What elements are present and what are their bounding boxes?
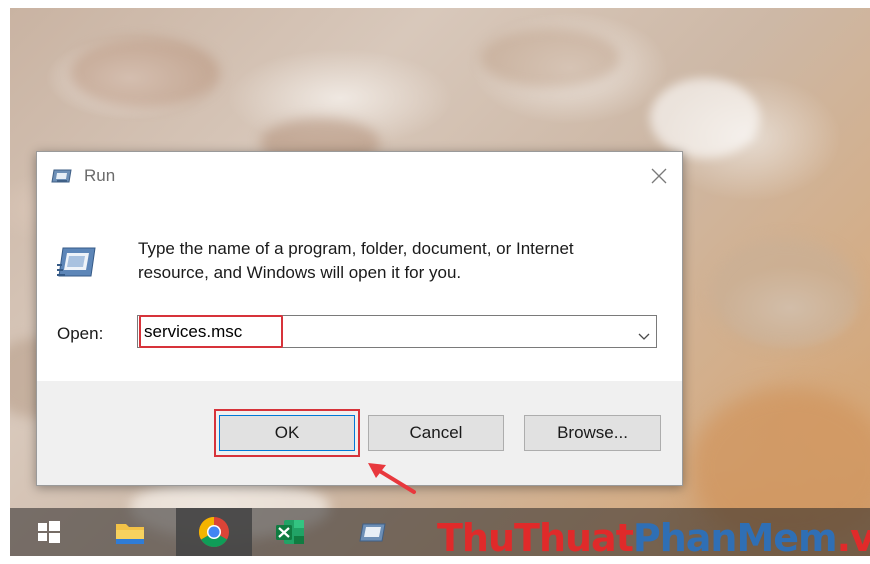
run-dialog: Run Type the name of a program, folder, …: [36, 151, 683, 486]
start-button[interactable]: [24, 508, 72, 556]
description-line-2: resource, and Windows will open it for y…: [138, 263, 462, 282]
cancel-button[interactable]: Cancel: [368, 415, 504, 451]
chrome-icon: [198, 517, 229, 548]
run-large-icon: [57, 244, 97, 280]
windows-start-icon: [38, 521, 60, 543]
file-explorer-icon: [116, 524, 144, 544]
open-combobox[interactable]: [137, 315, 657, 348]
dialog-description: Type the name of a program, folder, docu…: [138, 237, 668, 285]
title-bar: Run: [37, 152, 682, 200]
chrome-taskbar-button[interactable]: [176, 508, 252, 556]
description-line-1: Type the name of a program, folder, docu…: [138, 239, 574, 258]
open-input[interactable]: [144, 318, 454, 345]
excel-taskbar-button[interactable]: [266, 508, 314, 556]
run-taskbar-button[interactable]: [348, 508, 396, 556]
excel-icon: [276, 520, 304, 544]
chevron-down-icon[interactable]: [638, 328, 650, 346]
pointer-arrow-icon: [368, 463, 416, 494]
dialog-title: Run: [84, 166, 116, 185]
watermark-part-1: ThuThuat: [437, 516, 634, 560]
watermark-part-2: PhanMem: [632, 516, 838, 560]
run-icon: [359, 523, 386, 542]
close-button[interactable]: [636, 152, 682, 200]
browse-button[interactable]: Browse...: [524, 415, 661, 451]
file-explorer-taskbar-button[interactable]: [106, 508, 154, 556]
watermark-part-3: .vn: [836, 516, 870, 560]
ok-button[interactable]: OK: [219, 415, 355, 451]
run-icon: [51, 167, 73, 185]
watermark: ThuThuatPhanMem.vn: [437, 516, 870, 560]
close-icon: [651, 168, 667, 184]
open-label: Open:: [57, 324, 104, 343]
